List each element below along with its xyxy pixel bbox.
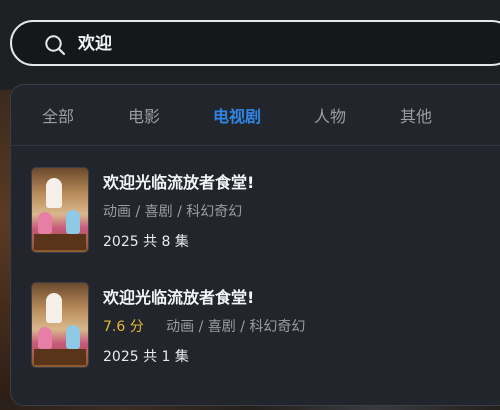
search-input[interactable]: [78, 31, 478, 57]
result-meta: 动画 / 喜剧 / 科幻奇幻: [103, 201, 242, 221]
tab-movies[interactable]: 电影: [128, 103, 160, 127]
tab-tv-series[interactable]: 电视剧: [213, 103, 261, 127]
rating-score: 7.6 分: [103, 319, 144, 335]
tab-people[interactable]: 人物: [314, 103, 346, 127]
result-meta: 7.6 分 动画 / 喜剧 / 科幻奇幻: [103, 316, 305, 336]
poster-thumbnail: [31, 282, 89, 368]
page: 全部 电影 电视剧 人物 其他 欢迎光临流放者食堂! 动画 / 喜剧 / 科幻奇…: [0, 0, 500, 410]
result-episodes: 2025 共 1 集: [103, 349, 189, 365]
category-tabs: 全部 电影 电视剧 人物 其他: [11, 85, 500, 146]
search-results-panel: 全部 电影 电视剧 人物 其他 欢迎光临流放者食堂! 动画 / 喜剧 / 科幻奇…: [10, 84, 500, 406]
tab-all[interactable]: 全部: [42, 103, 74, 127]
result-episodes: 2025 共 8 集: [103, 234, 189, 250]
poster-thumbnail: [31, 167, 89, 253]
result-title: 欢迎光临流放者食堂!: [103, 173, 255, 192]
tab-other[interactable]: 其他: [400, 103, 432, 127]
result-item[interactable]: 欢迎光临流放者食堂! 动画 / 喜剧 / 科幻奇幻 2025 共 8 集: [31, 167, 500, 259]
search-icon: [45, 35, 66, 56]
result-title: 欢迎光临流放者食堂!: [103, 288, 255, 307]
result-genres: 动画 / 喜剧 / 科幻奇幻: [103, 204, 243, 220]
search-bar[interactable]: [10, 20, 500, 66]
result-genres: 动画 / 喜剧 / 科幻奇幻: [166, 319, 306, 335]
result-item[interactable]: 欢迎光临流放者食堂! 7.6 分 动画 / 喜剧 / 科幻奇幻 2025 共 1…: [31, 282, 500, 374]
